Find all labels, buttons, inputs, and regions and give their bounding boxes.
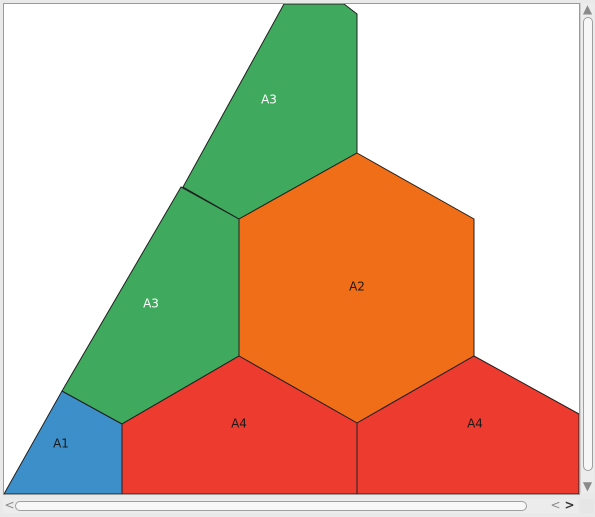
scroll-down-icon[interactable]: ▼ xyxy=(581,480,594,493)
vertical-scrollbar[interactable]: ▲ ▼ xyxy=(580,3,594,493)
label-a4-left: A4 xyxy=(231,417,247,431)
label-a4-right: A4 xyxy=(467,417,483,431)
label-a3-middle: A3 xyxy=(143,297,159,311)
horizontal-scroll-thumb[interactable] xyxy=(15,501,527,511)
map-canvas[interactable]: A1 A3 A3 A2 A4 A4 xyxy=(3,3,580,495)
scroll-right-icon[interactable]: > xyxy=(563,499,576,512)
horizontal-scrollbar[interactable]: < < > xyxy=(3,499,578,513)
scroll-left-alt-icon[interactable]: < xyxy=(549,499,562,512)
vertical-scroll-thumb[interactable] xyxy=(583,17,593,471)
scroll-up-icon[interactable]: ▲ xyxy=(581,3,594,16)
label-a2: A2 xyxy=(349,280,365,294)
region-map: A1 A3 A3 A2 A4 A4 xyxy=(4,4,579,494)
label-a3-top: A3 xyxy=(261,93,277,107)
label-a1: A1 xyxy=(53,437,69,451)
scrollbar-corner xyxy=(580,499,594,513)
